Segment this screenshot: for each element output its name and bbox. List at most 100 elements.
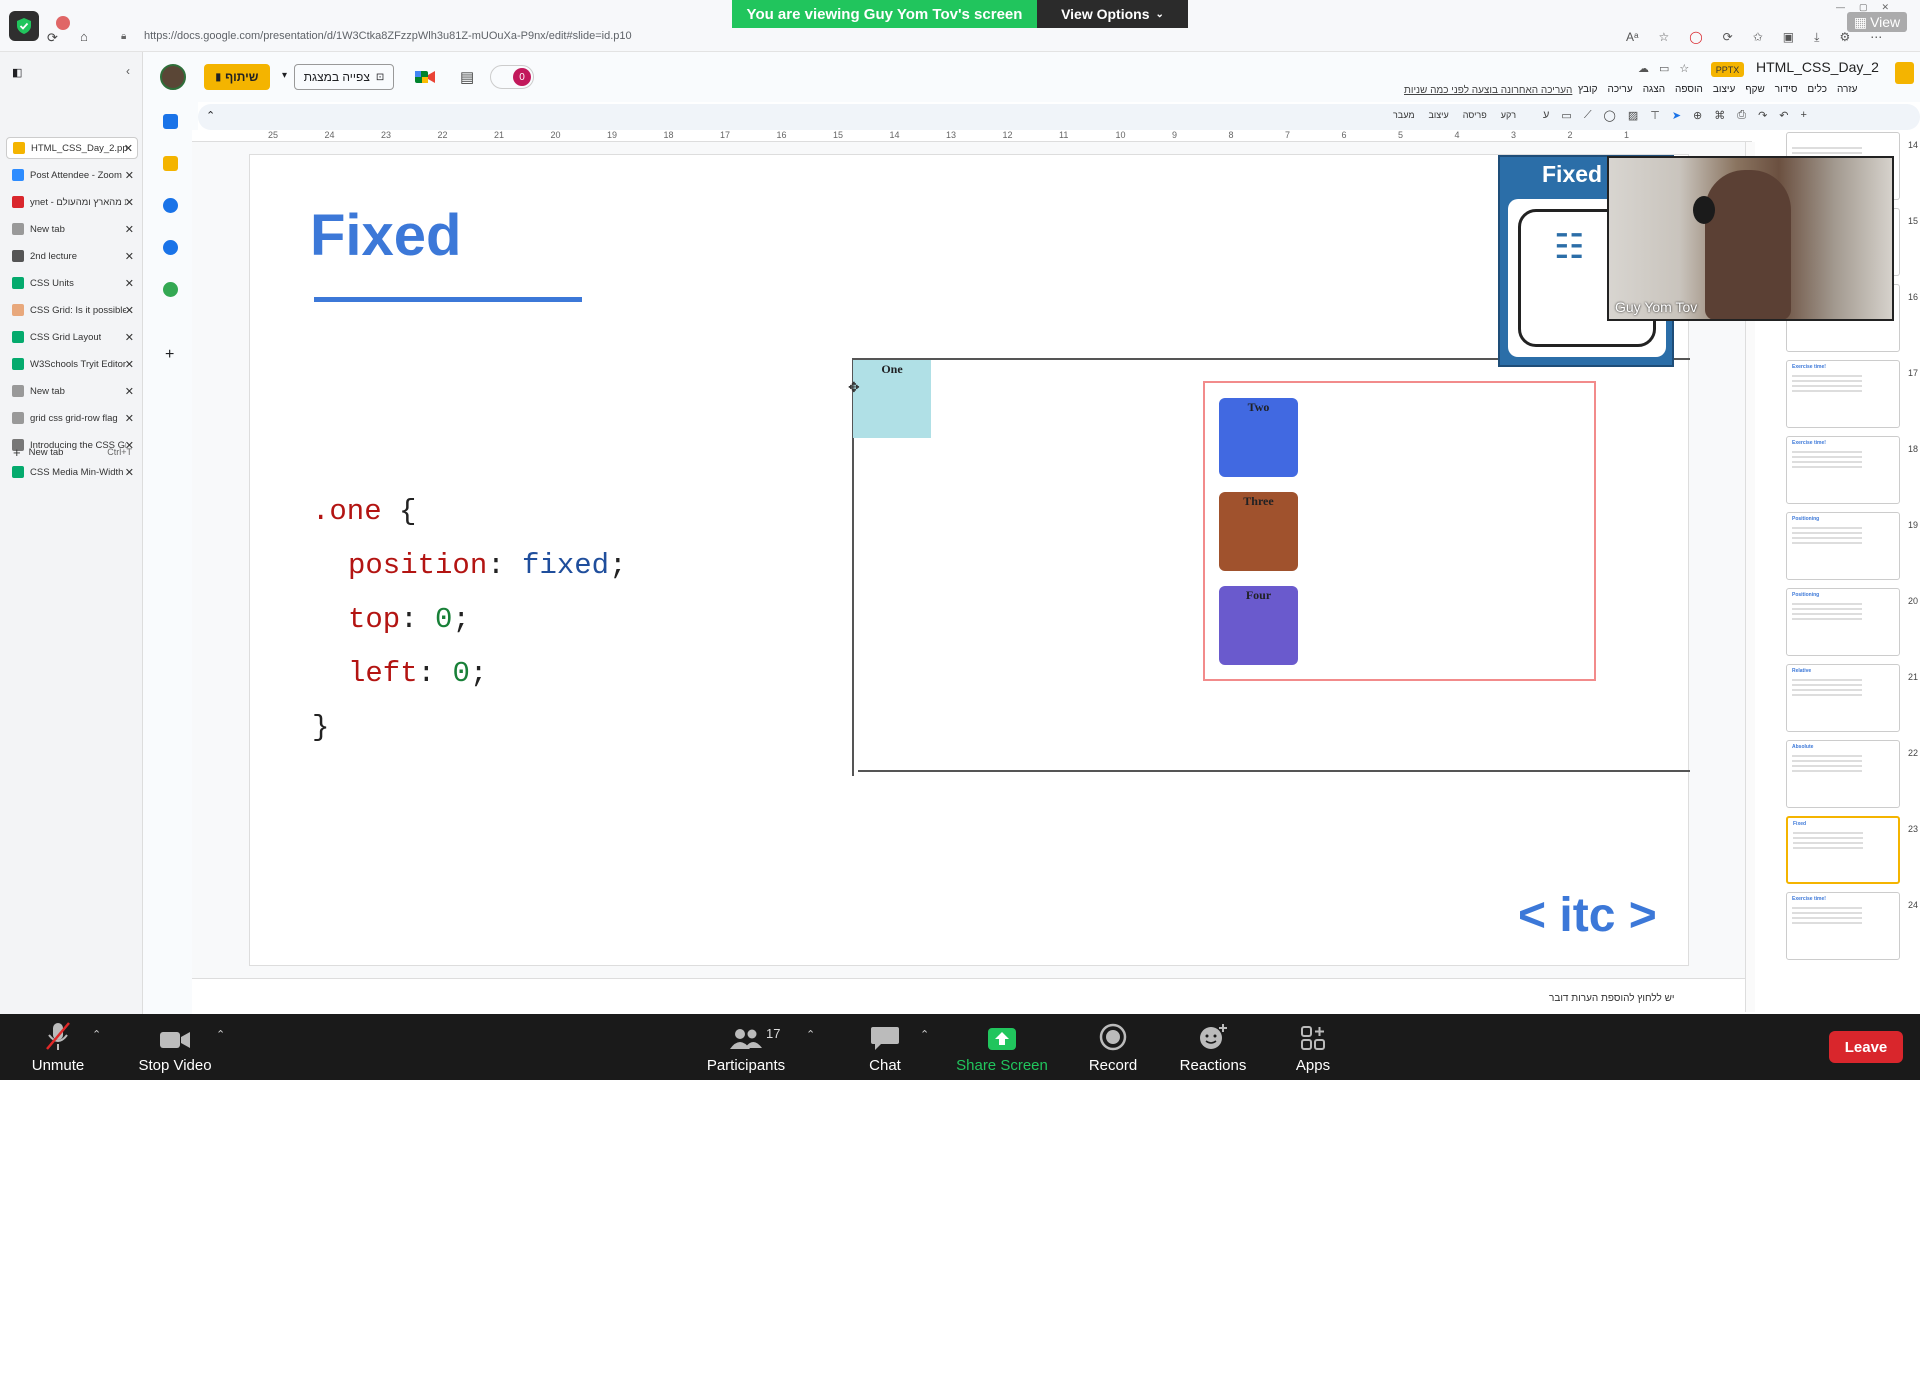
close-tab-icon[interactable]: ✕	[125, 331, 134, 344]
address-bar[interactable]: https://docs.google.com/presentation/d/1…	[144, 30, 1644, 48]
menu-item[interactable]: שקף	[1745, 84, 1764, 98]
maximize-icon[interactable]: ▢	[1859, 2, 1868, 12]
activity-badge[interactable]: 0	[490, 65, 534, 89]
calendar-icon[interactable]	[163, 114, 178, 129]
comments-icon[interactable]: ▤	[460, 68, 474, 86]
audio-options-chevron-icon[interactable]: ⌃	[92, 1028, 101, 1041]
tab-item[interactable]: CSS Grid Layout ✕	[6, 326, 138, 348]
select-icon[interactable]: ➤	[1672, 109, 1681, 122]
tab-item[interactable]: HTML_CSS_Day_2.pptx ✕	[6, 137, 138, 159]
theme-button[interactable]: עיצוב	[1429, 110, 1449, 120]
tab-item[interactable]: 2nd lecture ✕	[6, 245, 138, 267]
unmute-button[interactable]: Unmute	[18, 1014, 98, 1080]
new-slide-icon[interactable]: +	[1801, 109, 1807, 122]
zoom-view-button[interactable]: ▦ View	[1847, 12, 1907, 32]
menu-item[interactable]: הוספה	[1675, 84, 1703, 98]
menu-item[interactable]: כלים	[1807, 84, 1827, 98]
tab-item[interactable]: New tab ✕	[6, 380, 138, 402]
share-screen-button[interactable]: Share Screen	[952, 1014, 1052, 1080]
print-icon[interactable]: ⎙	[1737, 109, 1746, 122]
close-tab-icon[interactable]: ✕	[125, 250, 134, 263]
close-tab-icon[interactable]: ✕	[125, 412, 134, 425]
add-app-icon[interactable]: +	[165, 346, 174, 364]
share-button[interactable]: ▮ שיתוף	[204, 64, 270, 90]
image-icon[interactable]: ▨	[1628, 109, 1638, 122]
video-options-chevron-icon[interactable]: ⌃	[216, 1028, 225, 1041]
chat-button[interactable]: Chat	[850, 1014, 920, 1080]
profile-icon[interactable]: ⚙	[1839, 30, 1850, 46]
sidebar-toggle-icon[interactable]: ◧	[12, 66, 22, 79]
close-tab-icon[interactable]: ✕	[125, 223, 134, 236]
undo-icon[interactable]: ↶	[1779, 109, 1788, 122]
shape-icon[interactable]: ◯	[1604, 109, 1616, 122]
comment-add-icon[interactable]: ▭	[1561, 109, 1571, 122]
shield-extension-icon[interactable]	[9, 11, 39, 41]
textbox-icon[interactable]: ⊤	[1650, 109, 1660, 122]
tasks-icon[interactable]	[163, 198, 178, 213]
chat-chevron-icon[interactable]: ⌃	[920, 1028, 929, 1041]
menu-item[interactable]: עריכה	[1608, 84, 1633, 98]
slide-thumbnail[interactable]: Absolute	[1786, 740, 1900, 808]
slide-thumbnail[interactable]: Exercise time!	[1786, 892, 1900, 960]
menu-item[interactable]: הצגה	[1643, 84, 1665, 98]
tab-item[interactable]: Post Attendee - Zoom ✕	[6, 164, 138, 186]
menu-item[interactable]: קובץ	[1578, 84, 1598, 98]
reload-icon[interactable]: ⟳	[47, 30, 58, 46]
menu-item[interactable]: עיצוב	[1713, 84, 1735, 98]
tab-item[interactable]: New tab ✕	[6, 218, 138, 240]
slide-thumbnail[interactable]: Positioning	[1786, 588, 1900, 656]
close-tab-icon[interactable]: ✕	[124, 142, 133, 155]
reactions-button[interactable]: Reactions	[1172, 1014, 1254, 1080]
view-options-button[interactable]: View Options ⌄	[1037, 0, 1188, 28]
menu-item[interactable]: סידור	[1775, 84, 1798, 98]
maps-icon[interactable]	[163, 282, 178, 297]
new-tab-button[interactable]: + New tab Ctrl+T	[6, 441, 138, 463]
close-tab-icon[interactable]: ✕	[125, 277, 134, 290]
last-edit-link[interactable]: העריכה האחרונה בוצעה לפני כמה שניות	[1404, 85, 1572, 96]
record-button[interactable]: Record	[1080, 1014, 1146, 1080]
slide[interactable]: Fixed .one { position: fixed; top: 0; le…	[249, 154, 1690, 966]
stop-video-button[interactable]: Stop Video	[130, 1014, 220, 1080]
menu-item[interactable]: עזרה	[1837, 84, 1857, 98]
slide-thumbnail[interactable]: Exercise time!	[1786, 436, 1900, 504]
slide-thumbnail[interactable]: Exercise time!	[1786, 360, 1900, 428]
slide-thumbnail[interactable]: Fixed	[1786, 816, 1900, 884]
close-tab-icon[interactable]: ✕	[125, 304, 134, 317]
tab-item[interactable]: W3Schools Tryit Editor ✕	[6, 353, 138, 375]
close-tab-icon[interactable]: ✕	[125, 358, 134, 371]
leave-button[interactable]: Leave	[1829, 1031, 1903, 1063]
speaker-notes[interactable]: יש ללחוץ להוספת הערות דובר	[192, 978, 1752, 1014]
collapse-tabs-icon[interactable]: ‹	[126, 64, 130, 78]
tab-item[interactable]: CSS Units ✕	[6, 272, 138, 294]
close-tab-icon[interactable]: ✕	[125, 196, 134, 209]
background-button[interactable]: רקע	[1501, 110, 1516, 120]
downloads-icon[interactable]: ⤓	[1814, 30, 1819, 46]
star-icon[interactable]: ☆	[1679, 62, 1689, 78]
home-icon[interactable]: ⌂	[80, 29, 88, 44]
redo-icon[interactable]: ↷	[1758, 109, 1767, 122]
minimize-icon[interactable]: —	[1836, 2, 1845, 12]
contacts-icon[interactable]	[163, 240, 178, 255]
tab-item[interactable]: grid css grid-row flag ✕	[6, 407, 138, 429]
extension-icon[interactable]: ⟳	[1723, 30, 1733, 46]
close-tab-icon[interactable]: ✕	[125, 385, 134, 398]
participants-chevron-icon[interactable]: ⌃	[806, 1028, 815, 1041]
user-avatar[interactable]	[160, 64, 186, 90]
meet-button[interactable]	[408, 64, 442, 90]
keep-icon[interactable]	[163, 156, 178, 171]
tab-item[interactable]: CSS Grid: Is it possible to...✕	[6, 299, 138, 321]
favorites-icon[interactable]: ✩	[1753, 30, 1763, 46]
participants-button[interactable]: Participants	[700, 1014, 792, 1080]
close-window-icon[interactable]: ✕	[1882, 2, 1890, 12]
paint-format-icon[interactable]: ⌘	[1714, 109, 1725, 122]
layout-button[interactable]: פריסה	[1463, 110, 1487, 120]
tab-item[interactable]: CSS Media Min-Width ✕	[6, 461, 138, 483]
close-tab-icon[interactable]: ✕	[125, 169, 134, 182]
apps-button[interactable]: Apps	[1280, 1014, 1346, 1080]
slideshow-button[interactable]: צפייה במצגת ⊡	[294, 64, 394, 90]
tab-item[interactable]: ynet - חדשות מהארץ ומהעולם✕	[6, 191, 138, 213]
close-tab-icon[interactable]: ✕	[125, 466, 134, 479]
transition-button[interactable]: מעבר	[1393, 110, 1415, 120]
zoom-icon[interactable]: ⊕	[1693, 109, 1702, 122]
read-aloud-icon[interactable]: Aᵃ	[1626, 30, 1638, 46]
